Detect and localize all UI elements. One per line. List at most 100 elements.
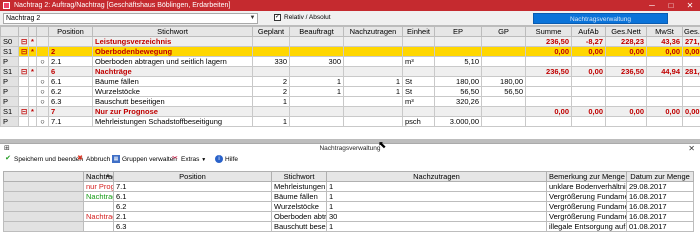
column-header-stichwort[interactable]: Stichwort [92, 26, 253, 37]
cell-einh[interactable]: St [402, 86, 435, 97]
cell-gp[interactable] [481, 56, 526, 67]
cell-einh[interactable]: psch [402, 116, 435, 127]
cell-gesbrutto[interactable] [682, 96, 700, 107]
cell-beauf[interactable]: 1 [289, 76, 344, 87]
cell-pos[interactable]: 2 [48, 46, 93, 57]
column-header-beauftragt[interactable]: Beauftragt [289, 26, 344, 37]
grid-row[interactable]: P ○ 6.2 Wurzelstöcke 2 1 1 St 56,50 56,50 [0, 86, 700, 97]
column-header-ep[interactable]: EP [434, 26, 482, 37]
nachtrag-row[interactable]: 6.2Wurzelstöcke1Vergrößerung Fundamentpl… [3, 201, 694, 212]
groups-button[interactable]: ▦ Gruppen verwalten [112, 154, 177, 165]
cell-stich[interactable]: Wurzelstöcke [271, 201, 327, 212]
cell-summe[interactable] [525, 86, 572, 97]
cell-nachz[interactable] [343, 36, 403, 47]
nachtrag-row[interactable]: nur Prognose7.1Mehrleistungen Schadstoff… [3, 181, 694, 192]
cell-pos[interactable]: 6.2 [48, 86, 93, 97]
relativ-checkbox[interactable]: ✓ [274, 14, 281, 21]
cell-gesbrutto[interactable]: 281,44 [682, 66, 700, 77]
cell-group[interactable]: Nachtrag 2 [83, 191, 114, 202]
cell-mwst[interactable]: 44,94 [646, 66, 683, 77]
maximize-button[interactable]: □ [665, 1, 677, 10]
cell-beauf[interactable] [289, 96, 344, 107]
cell-aufab[interactable]: 0,00 [571, 106, 606, 117]
cell-gesbrutto[interactable] [682, 76, 700, 87]
cell-stich[interactable]: Bäume fällen [271, 191, 327, 202]
cell-nachz[interactable] [343, 56, 403, 67]
cell-summe[interactable]: 236,50 [525, 36, 572, 47]
grid-row[interactable]: P ○ 7.1 Mehrleistungen Schadstoffbeseitigun… [0, 116, 700, 127]
extras-button[interactable]: ✂ Extras ▼ [171, 154, 206, 165]
cell-aufab[interactable] [571, 86, 606, 97]
cell-mwst[interactable]: 0,00 [646, 46, 683, 57]
cell-datum[interactable]: 16.08.2017 [626, 191, 694, 202]
cell-einh[interactable]: m³ [402, 96, 435, 107]
nachtrag-row[interactable]: 6.3Bauschutt beseitigen1illegale Entsorg… [3, 221, 694, 232]
cancel-button[interactable]: ✖ Abbruch [76, 154, 110, 165]
cell-gesnett[interactable] [605, 86, 647, 97]
cell-geplant[interactable]: 1 [252, 96, 290, 107]
cell-einh[interactable] [402, 36, 435, 47]
cell-gesbrutto[interactable] [682, 86, 700, 97]
cell-einh[interactable] [402, 66, 435, 77]
cell-einh[interactable] [402, 106, 435, 117]
cell-geplant[interactable] [252, 46, 290, 57]
cell-stich[interactable]: Wurzelstöcke [92, 86, 253, 97]
row-selector[interactable] [3, 221, 84, 232]
row-selector[interactable] [3, 191, 84, 202]
cell-gp[interactable] [481, 36, 526, 47]
column-header-aufab[interactable]: AufAb [571, 26, 606, 37]
column-header-geplant[interactable]: Geplant [252, 26, 290, 37]
column-header-position[interactable]: Position [48, 26, 93, 37]
cell-gesnett[interactable]: 236,50 [605, 66, 647, 77]
cell-gesnett[interactable] [605, 96, 647, 107]
cell-gesnett[interactable] [605, 76, 647, 87]
cell-group[interactable]: Nachtrag 3 [83, 211, 114, 222]
cell-gesbrutto[interactable]: 0,00 [682, 46, 700, 57]
column-header-mark[interactable] [28, 26, 37, 37]
cell-nachz[interactable] [343, 116, 403, 127]
column-header-summe[interactable]: Summe [525, 26, 572, 37]
cell-pos[interactable]: 2.1 [113, 211, 272, 222]
cell-stich[interactable]: Nur zur Prognose [92, 106, 253, 117]
cell-beauf[interactable] [289, 116, 344, 127]
cell-aufab[interactable] [571, 56, 606, 67]
cell-nachz[interactable]: 1 [326, 201, 547, 212]
cell-beauf[interactable]: 300 [289, 56, 344, 67]
chevron-down-icon[interactable]: ▼ [249, 15, 256, 22]
column-header-ges-nett[interactable]: Ges.Nett [605, 26, 647, 37]
cell-gesnett[interactable] [605, 56, 647, 67]
cell-summe[interactable]: 0,00 [525, 106, 572, 117]
cell-gp[interactable] [481, 66, 526, 77]
cell-summe[interactable]: 236,50 [525, 66, 572, 77]
cell-stich[interactable]: Bäume fällen [92, 76, 253, 87]
cell-geplant[interactable]: 1 [252, 116, 290, 127]
cell-gesnett[interactable]: 228,23 [605, 36, 647, 47]
cell-beauf[interactable] [289, 36, 344, 47]
cell-gp[interactable] [481, 96, 526, 107]
cell-aufab[interactable]: -8,27 [571, 36, 606, 47]
cell-stich[interactable]: Mehrleistungen Schadstoffbeseitigung [92, 116, 253, 127]
cell-pos[interactable]: 7 [48, 106, 93, 117]
minimize-button[interactable]: ─ [646, 1, 658, 10]
grid-row[interactable]: S1 ⊟ * 2 Oberbodenbewegung 0,00 0,00 0,00 0,00 0,… [0, 46, 700, 57]
cell-gesbrutto[interactable] [682, 56, 700, 67]
cell-bem[interactable]: illegale Entsorgung auf dem Baugrundstüc… [546, 221, 627, 232]
panel-close-icon[interactable]: ✕ [688, 144, 695, 154]
cell-gp[interactable]: 180,00 [481, 76, 526, 87]
save-button[interactable]: ✔ Speichern und beenden [4, 154, 83, 165]
cell-mwst[interactable] [646, 86, 683, 97]
cell-ep[interactable]: 180,00 [434, 76, 482, 87]
cell-bem[interactable]: unklare Bodenverhältnisse, da Baugrundgu… [546, 181, 627, 192]
cell-summe[interactable] [525, 76, 572, 87]
cell-summe[interactable] [525, 96, 572, 107]
cell-stich[interactable]: Leistungsverzeichnis [92, 36, 253, 47]
cell-geplant[interactable]: 2 [252, 76, 290, 87]
cell-ep[interactable]: 3.000,00 [434, 116, 482, 127]
cell-einh[interactable]: m³ [402, 56, 435, 67]
cell-beauf[interactable] [289, 106, 344, 117]
nachtragsverwaltung-button[interactable]: Nachtragsverwaltung [533, 13, 668, 24]
cell-nachz[interactable]: 1 [326, 191, 547, 202]
cell-gesbrutto[interactable] [682, 116, 700, 127]
cell-bem[interactable]: Vergrößerung Fundamentplatte gem. Bauher… [546, 191, 627, 202]
cell-gp[interactable] [481, 106, 526, 117]
